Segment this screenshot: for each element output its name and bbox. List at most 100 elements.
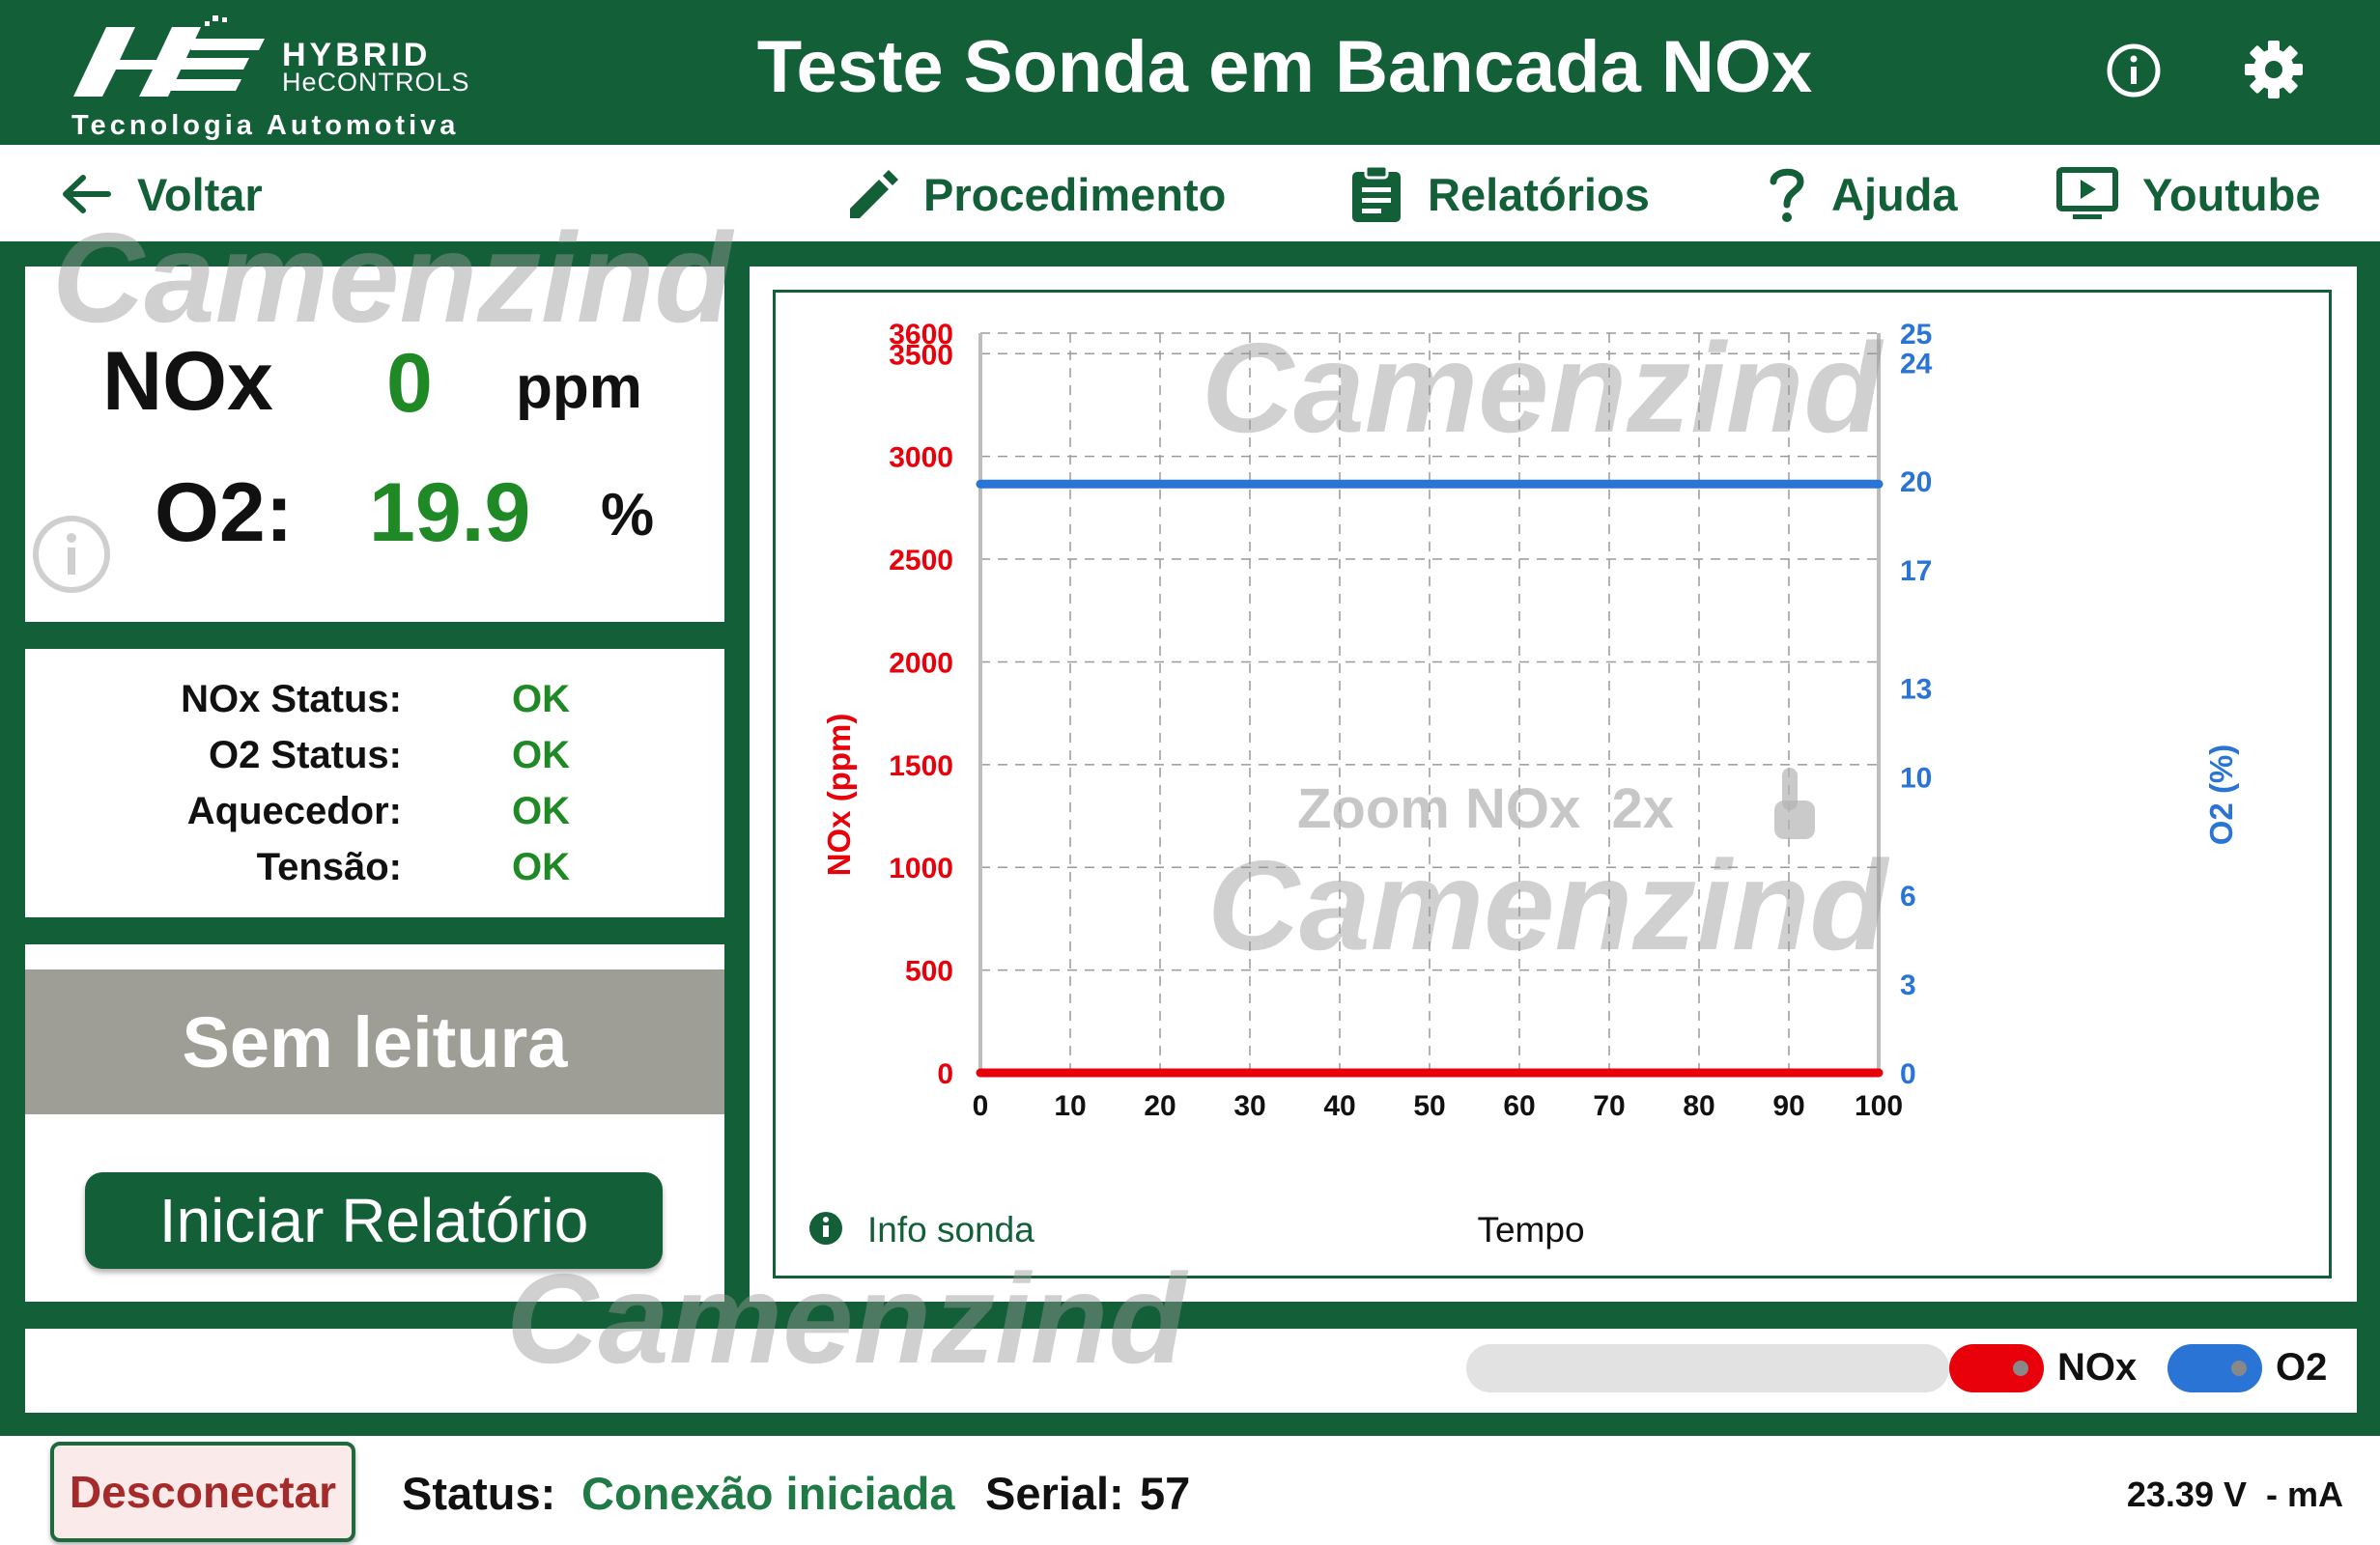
- left-tick-label: 1500: [889, 750, 953, 782]
- right-tick-label: 0: [1900, 1058, 1916, 1090]
- left-tick-label: 500: [905, 956, 953, 988]
- action-panel: Sem leitura Iniciar Relatório: [25, 944, 724, 1302]
- chart-scrollbar[interactable]: [1466, 1344, 1949, 1392]
- app-header: HYBRID HeCONTROLS Tecnologia Automotiva …: [0, 0, 2380, 145]
- gear-icon[interactable]: [2243, 39, 2305, 100]
- reading-state-banner: Sem leitura: [25, 969, 724, 1114]
- serial-label: Serial:: [985, 1468, 1124, 1519]
- serial-value: 57: [1140, 1468, 1191, 1519]
- left-tick-label: 2000: [889, 647, 953, 679]
- status-row-heater: Aquecedor: OK: [25, 790, 724, 846]
- o2-legend-label: O2: [2276, 1346, 2328, 1389]
- nox-legend-label: NOx: [2057, 1346, 2138, 1389]
- status-label: O2 Status:: [208, 734, 402, 776]
- status-value: OK: [512, 734, 570, 776]
- status-row-nox: NOx Status: OK: [25, 678, 724, 734]
- info-sonda-label: Info sonda: [867, 1210, 1034, 1250]
- x-tick-label: 30: [1233, 1090, 1265, 1122]
- legend-bar: NOx O2: [25, 1329, 2357, 1413]
- x-tick-label: 40: [1323, 1090, 1355, 1122]
- info-icon[interactable]: [31, 514, 112, 595]
- x-tick-label: 100: [1855, 1090, 1903, 1122]
- x-tick-label: 60: [1503, 1090, 1535, 1122]
- info-sonda-link[interactable]: Info sonda: [809, 1210, 1034, 1250]
- o2-label: O2:: [155, 466, 294, 559]
- connection-status-label: Status:: [402, 1468, 556, 1519]
- left-tick-label: 0: [937, 1058, 953, 1090]
- brand-tagline: Tecnologia Automotiva: [71, 110, 460, 141]
- pencil-icon: [850, 170, 898, 218]
- youtube-button[interactable]: Youtube: [2055, 164, 2321, 224]
- x-tick-label: 0: [973, 1090, 989, 1122]
- right-tick-label: 3: [1900, 969, 1916, 1001]
- right-tick-label: 10: [1900, 763, 1932, 795]
- hand-pointer-icon[interactable]: [1774, 768, 1815, 839]
- right-tick-label: 24: [1900, 349, 1933, 380]
- status-label: Tensão:: [256, 846, 402, 888]
- procedure-button[interactable]: Procedimento: [844, 164, 1226, 224]
- x-tick-label: 50: [1413, 1090, 1445, 1122]
- left-axis-title: NOx (ppm): [821, 714, 857, 877]
- x-tick-label: 20: [1144, 1090, 1176, 1122]
- right-tick-label: 6: [1900, 881, 1916, 913]
- brand-name: HYBRID: [282, 37, 432, 73]
- page-title: Teste Sonda em Bancada NOx: [756, 26, 1813, 108]
- x-tick-label: 70: [1593, 1090, 1625, 1122]
- hybrid-logo-icon: [73, 15, 265, 97]
- chart-panel: 0 10 20 30 40 50 60 70 80 90 100 0 500 1000 1500 2000 25…: [750, 267, 2357, 1302]
- status-label: NOx Status:: [181, 678, 402, 720]
- toolbar: Voltar Procedimento Relatórios Ajuda You…: [0, 145, 2380, 241]
- left-tick-label: 3000: [889, 442, 953, 474]
- zoom-hint-label[interactable]: Zoom NOx 2x: [1297, 777, 1674, 840]
- video-player-icon: [2056, 167, 2118, 219]
- readings-panel: NOx 0 ppm O2: 19.9 %: [25, 267, 724, 622]
- toggle-knob: [2231, 1361, 2247, 1376]
- o2-unit: %: [601, 482, 655, 548]
- info-icon-stem: [823, 1225, 829, 1237]
- procedure-label: Procedimento: [923, 168, 1227, 220]
- help-button[interactable]: Ajuda: [1766, 164, 1958, 224]
- left-tick-label: 2500: [889, 545, 953, 576]
- help-label: Ajuda: [1831, 168, 1958, 220]
- nox-value: 0: [386, 337, 433, 430]
- info-icon[interactable]: [2106, 42, 2162, 98]
- back-button[interactable]: Voltar: [58, 164, 263, 224]
- clipboard-icon: [1352, 164, 1401, 222]
- info-icon-dot: [823, 1217, 829, 1222]
- nox-o2-chart[interactable]: 0 10 20 30 40 50 60 70 80 90 100050010001500200025…: [776, 293, 2335, 1281]
- youtube-label: Youtube: [2142, 168, 2321, 220]
- right-tick-label: 17: [1900, 555, 1932, 587]
- status-row-o2: O2 Status: OK: [25, 734, 724, 790]
- start-report-button[interactable]: Iniciar Relatório: [85, 1172, 663, 1269]
- nox-label: NOx: [102, 335, 273, 428]
- right-tick-label: 20: [1900, 466, 1932, 498]
- brand-sub: HeCONTROLS: [282, 68, 470, 97]
- reports-button[interactable]: Relatórios: [1348, 164, 1650, 224]
- voltage-readout: 23.39 V - mA: [2126, 1475, 2343, 1514]
- right-tick-label: 25: [1900, 319, 1932, 351]
- status-value: OK: [512, 678, 570, 720]
- status-label: Aquecedor:: [186, 790, 402, 832]
- o2-series-toggle[interactable]: [2168, 1344, 2262, 1392]
- nox-series-toggle[interactable]: [1949, 1344, 2044, 1392]
- o2-value: 19.9: [369, 466, 531, 559]
- status-row-voltage: Tensão: OK: [25, 846, 724, 902]
- right-axis-title: O2 (%): [2203, 744, 2239, 846]
- x-axis-title: Tempo: [1477, 1210, 1584, 1250]
- connection-status-value: Conexão iniciada: [581, 1468, 955, 1519]
- reports-label: Relatórios: [1428, 168, 1650, 220]
- status-bar: Desconectar Status: Conexão iniciada Ser…: [0, 1436, 2380, 1545]
- x-tick-label: 90: [1772, 1090, 1804, 1122]
- arrow-left-icon: [63, 175, 111, 213]
- status-value: OK: [512, 790, 570, 832]
- left-tick-label: 3600: [889, 319, 953, 351]
- status-panel: NOx Status: OK O2 Status: OK Aquecedor: …: [25, 649, 724, 917]
- question-icon: [1770, 168, 1804, 222]
- back-label: Voltar: [137, 168, 263, 220]
- disconnect-button[interactable]: Desconectar: [50, 1442, 355, 1542]
- nox-unit: ppm: [516, 354, 642, 421]
- left-tick-label: 1000: [889, 853, 953, 885]
- right-tick-label: 13: [1900, 674, 1932, 706]
- chart-frame: 0 10 20 30 40 50 60 70 80 90 100 0 500 1000 1500 2000 25…: [773, 290, 2332, 1278]
- x-tick-label: 80: [1683, 1090, 1714, 1122]
